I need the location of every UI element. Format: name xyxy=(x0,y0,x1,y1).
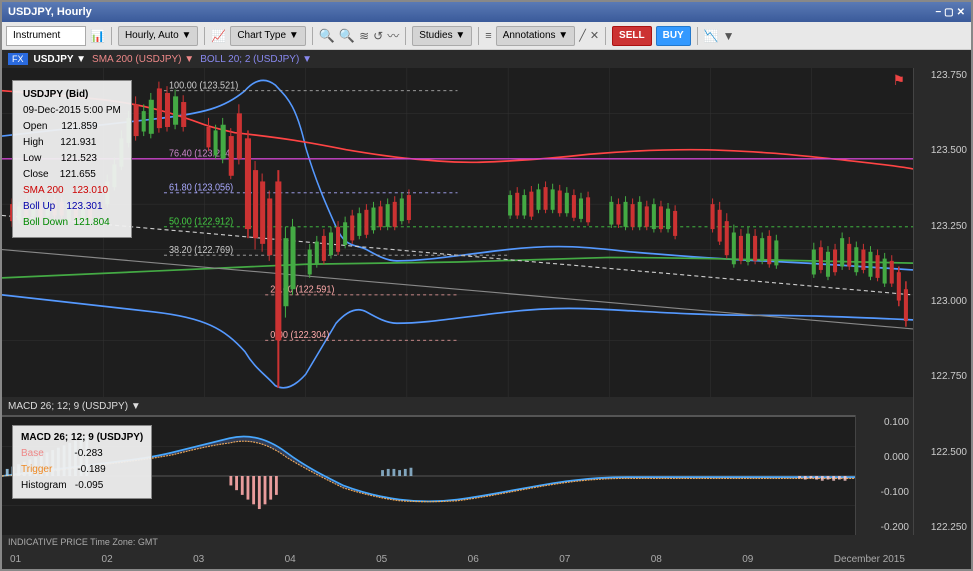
draw-line-icon[interactable]: ╱ xyxy=(579,29,586,42)
macd-axis-2: -0.100 xyxy=(860,487,909,498)
chart-type-btn[interactable]: Chart Type ▼ xyxy=(230,26,305,46)
main-window: USDJPY, Hourly − ▢ ✕ Instrument 📊 Hourly… xyxy=(0,0,973,571)
zoom-out-btn[interactable]: 🔍 xyxy=(339,28,355,44)
window-title: USDJPY, Hourly xyxy=(8,6,92,18)
price-0: 123.750 xyxy=(918,70,967,81)
time-04: 04 xyxy=(285,554,296,565)
refresh-icon[interactable]: ↺ xyxy=(373,29,383,43)
macd-axis-0: 0.100 xyxy=(860,417,909,428)
tooltip-sma: SMA 200 123.010 xyxy=(23,183,121,199)
price-3: 123.000 xyxy=(918,296,967,307)
indicative-bar: INDICATIVE PRICE Time Zone: GMT xyxy=(2,535,971,549)
separator-1 xyxy=(111,27,112,45)
chart-body: 100.00 (123.521) 76.40 (123.234) 61.80 (… xyxy=(2,68,913,535)
tooltip-bollup: Boll Up 123.301 xyxy=(23,199,121,215)
time-02: 02 xyxy=(102,554,113,565)
tooltip-close: Close 121.655 xyxy=(23,167,121,183)
window-controls[interactable]: − ▢ ✕ xyxy=(935,7,965,18)
close-btn[interactable]: ✕ xyxy=(957,7,965,18)
svg-text:61.80 (123.056): 61.80 (123.056) xyxy=(169,182,233,194)
price-4: 122.750 xyxy=(918,371,967,382)
macd-tooltip-title: MACD 26; 12; 9 (USDJPY) xyxy=(21,430,143,446)
chart-info-bar: FX USDJPY ▼ SMA 200 (USDJPY) ▼ BOLL 20; … xyxy=(2,50,971,68)
delete-icon[interactable]: ✕ xyxy=(590,29,599,42)
studies-btn[interactable]: Studies ▼ xyxy=(412,26,472,46)
macd-trigger: Trigger -0.189 xyxy=(21,462,143,478)
macd-histogram: Histogram -0.095 xyxy=(21,478,143,494)
macd-axis-1: 0.000 xyxy=(860,452,909,463)
main-price-chart[interactable]: 100.00 (123.521) 76.40 (123.234) 61.80 (… xyxy=(2,68,913,397)
symbol-label[interactable]: USDJPY ▼ xyxy=(34,54,87,65)
month-label: December 2015 xyxy=(834,554,905,565)
separator-4 xyxy=(405,27,406,45)
time-07: 07 xyxy=(559,554,570,565)
macd-base: Base -0.283 xyxy=(21,446,143,462)
separator-7 xyxy=(697,27,698,45)
timeframe-selector[interactable]: Hourly, Auto ▼ xyxy=(118,26,198,46)
minimize-btn[interactable]: − xyxy=(935,7,941,18)
maximize-btn[interactable]: ▢ xyxy=(944,7,953,18)
macd-label[interactable]: MACD 26; 12; 9 (USDJPY) ▼ xyxy=(8,401,141,412)
tooltip-title: USDJPY (Bid) xyxy=(23,87,121,103)
zoom-in-btn[interactable]: 🔍 xyxy=(319,28,335,44)
wave-icon[interactable]: 〰 xyxy=(387,27,399,44)
macd-section: MACD 26; 12; 9 (USDJPY) Base -0.283 Trig… xyxy=(2,415,913,535)
macd-info-bar: MACD 26; 12; 9 (USDJPY) ▼ xyxy=(2,397,913,415)
macd-right-axis: 0.100 0.000 -0.100 -0.200 xyxy=(855,415,913,535)
instrument-selector[interactable]: Instrument xyxy=(6,26,86,46)
svg-text:50.00 (122.912): 50.00 (122.912) xyxy=(169,216,233,228)
time-axis: 01 02 03 04 05 06 07 08 09 December 2015 xyxy=(2,549,971,569)
tooltip-date: 09-Dec-2015 5:00 PM xyxy=(23,103,121,119)
boll-label[interactable]: BOLL 20; 2 (USDJPY) ▼ xyxy=(200,54,312,65)
macd-chart[interactable]: MACD 26; 12; 9 (USDJPY) Base -0.283 Trig… xyxy=(2,415,855,535)
tooltip-high: High 121.931 xyxy=(23,135,121,151)
price-right-axis: 123.750 123.500 123.250 123.000 122.750 … xyxy=(913,68,971,535)
performance-icon[interactable]: 📉 xyxy=(704,29,719,43)
macd-axis-3: -0.200 xyxy=(860,522,909,533)
time-06: 06 xyxy=(468,554,479,565)
price-1: 123.500 xyxy=(918,145,967,156)
time-01: 01 xyxy=(10,554,21,565)
price-tooltip: USDJPY (Bid) 09-Dec-2015 5:00 PM Open 12… xyxy=(12,80,132,238)
indicative-text: INDICATIVE PRICE Time Zone: GMT xyxy=(8,537,158,547)
title-bar: USDJPY, Hourly − ▢ ✕ xyxy=(2,2,971,22)
more-icon[interactable]: ▼ xyxy=(723,29,735,43)
annotations-btn[interactable]: Annotations ▼ xyxy=(496,26,576,46)
tooltip-low: Low 121.523 xyxy=(23,151,121,167)
flag-icon[interactable]: ⚑ xyxy=(892,72,905,89)
price-5: 122.500 xyxy=(918,447,967,458)
candlestick-icon[interactable]: 📈 xyxy=(211,29,226,43)
svg-text:38.20 (122.769): 38.20 (122.769) xyxy=(169,244,233,256)
menu-icon[interactable]: ≡ xyxy=(485,30,491,42)
fx-badge: FX xyxy=(8,53,28,65)
separator-5 xyxy=(478,27,479,45)
svg-text:100.00 (123.521): 100.00 (123.521) xyxy=(169,80,238,92)
time-08: 08 xyxy=(651,554,662,565)
sma-label[interactable]: SMA 200 (USDJPY) ▼ xyxy=(92,54,194,65)
tooltip-bolldown: Boll Down 121.804 xyxy=(23,215,121,231)
price-6: 122.250 xyxy=(918,522,967,533)
price-chart-svg: 100.00 (123.521) 76.40 (123.234) 61.80 (… xyxy=(2,68,913,397)
buy-button[interactable]: BUY xyxy=(656,26,691,46)
toolbar: Instrument 📊 Hourly, Auto ▼ 📈 Chart Type… xyxy=(2,22,971,50)
instrument-icon[interactable]: 📊 xyxy=(90,29,105,43)
time-05: 05 xyxy=(376,554,387,565)
tooltip-open: Open 121.859 xyxy=(23,119,121,135)
sell-button[interactable]: SELL xyxy=(612,26,652,46)
chart-container: FX USDJPY ▼ SMA 200 (USDJPY) ▼ BOLL 20; … xyxy=(2,50,971,569)
separator-3 xyxy=(312,27,313,45)
price-2: 123.250 xyxy=(918,221,967,232)
time-09: 09 xyxy=(742,554,753,565)
separator-2 xyxy=(204,27,205,45)
compare-icon[interactable]: ≋ xyxy=(359,29,369,43)
time-03: 03 xyxy=(193,554,204,565)
separator-6 xyxy=(605,27,606,45)
macd-tooltip: MACD 26; 12; 9 (USDJPY) Base -0.283 Trig… xyxy=(12,425,152,499)
main-chart-section: 100.00 (123.521) 76.40 (123.234) 61.80 (… xyxy=(2,68,971,535)
